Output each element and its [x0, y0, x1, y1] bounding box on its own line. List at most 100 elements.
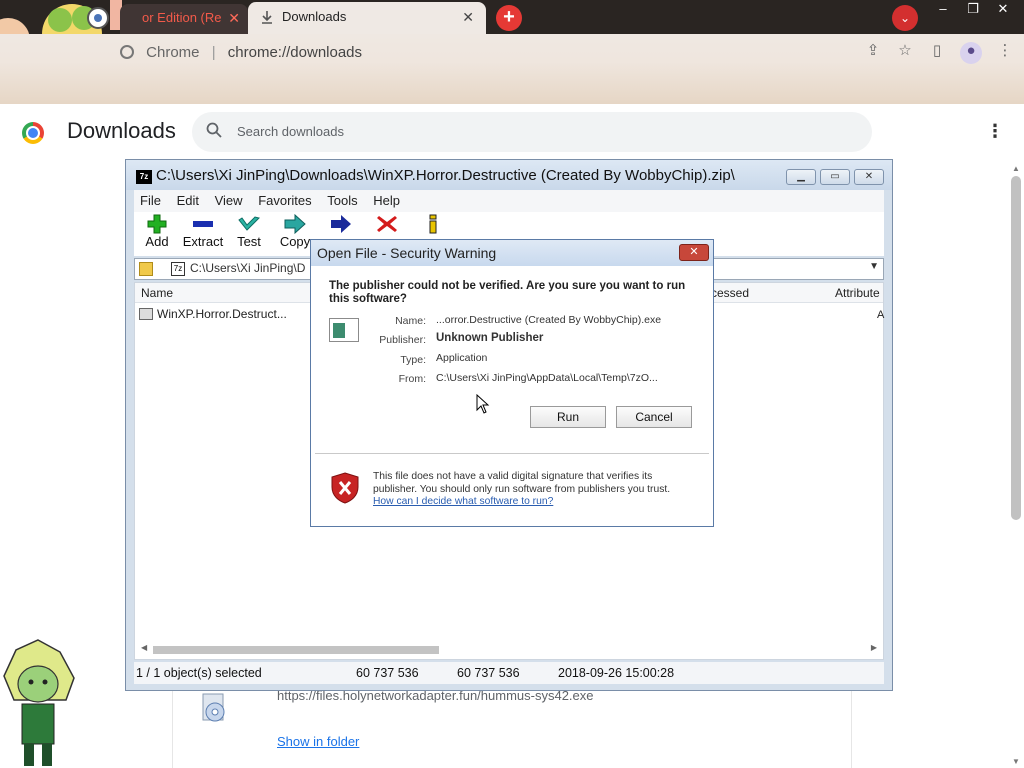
- security-warning-dialog: Open File - Security Warning ✕ The publi…: [310, 239, 714, 527]
- publisher-value: Unknown Publisher: [436, 332, 544, 344]
- test-button[interactable]: Test: [224, 214, 274, 256]
- scroll-right-arrow-icon[interactable]: ▶: [871, 643, 877, 652]
- menu-kebab-icon[interactable]: ⋮: [996, 42, 1014, 60]
- more-actions-icon[interactable]: ⋮: [986, 120, 1004, 142]
- installer-file-icon: [202, 693, 225, 722]
- from-label: From:: [398, 373, 426, 385]
- publisher-label: Publisher:: [379, 334, 426, 346]
- copy-arrow-icon: [284, 214, 306, 234]
- menu-tools[interactable]: Tools: [321, 190, 363, 212]
- type-value: Application: [436, 352, 488, 364]
- 7zip-close-button[interactable]: ✕: [854, 169, 884, 185]
- signature-warning-text: This file does not have a valid digital …: [373, 471, 671, 495]
- dialog-close-button[interactable]: ✕: [679, 244, 709, 261]
- horizontal-scrollbar-thumb[interactable]: [153, 646, 439, 654]
- horizontal-scrollbar[interactable]: ◀ ▶: [139, 643, 879, 655]
- column-name[interactable]: Name: [141, 286, 173, 300]
- window-controls: – ❐ ✕: [928, 0, 1018, 20]
- side-panel-icon[interactable]: ▯: [928, 42, 946, 60]
- download-item: https://files.holynetworkadapter.fun/hum…: [172, 680, 852, 768]
- run-button[interactable]: Run: [530, 406, 606, 428]
- download-icon: [262, 11, 272, 24]
- 7zip-title-bar[interactable]: 7z C:\Users\Xi JinPing\Downloads\WinXP.H…: [126, 160, 892, 190]
- archive-icon: 7z: [171, 262, 185, 276]
- extract-minus-icon: [193, 221, 213, 227]
- table-row[interactable]: WinXP.Horror.Destruct...: [139, 307, 287, 321]
- 7zip-menu-bar: File Edit View Favorites Tools Help: [134, 190, 884, 212]
- search-placeholder: Search downloads: [237, 124, 344, 139]
- menu-view[interactable]: View: [209, 190, 249, 212]
- page-scrollbar[interactable]: ▲ ▼: [1008, 162, 1024, 768]
- close-window-button[interactable]: ✕: [988, 0, 1018, 18]
- path-value: C:\Users\Xi JinPing\D: [190, 261, 306, 275]
- bookmark-star-icon[interactable]: ☆: [896, 42, 914, 60]
- scroll-left-arrow-icon[interactable]: ◀: [141, 643, 147, 652]
- search-downloads-input[interactable]: Search downloads: [192, 112, 872, 152]
- minimize-button[interactable]: –: [928, 0, 958, 18]
- name-value: ...orror.Destructive (Created By WobbyCh…: [436, 314, 662, 326]
- type-label: Type:: [400, 354, 426, 366]
- status-modified: 2018-09-26 15:00:28: [558, 666, 675, 680]
- desktop-mascot-image: [3, 639, 75, 766]
- dialog-title: Open File - Security Warning: [317, 245, 497, 261]
- share-icon[interactable]: ⇪: [864, 42, 882, 60]
- tab-previous-label: or Edition (Re: [142, 10, 222, 25]
- up-folder-icon[interactable]: [139, 262, 153, 276]
- 7zip-app-icon: 7z: [136, 170, 152, 184]
- add-label: Add: [145, 234, 169, 249]
- profile-avatar-icon[interactable]: ●: [960, 42, 982, 64]
- delete-x-icon: [377, 216, 397, 232]
- cancel-button[interactable]: Cancel: [616, 406, 692, 428]
- row-name: WinXP.Horror.Destruct...: [157, 307, 287, 321]
- tab-downloads[interactable]: Downloads ✕: [248, 2, 486, 34]
- from-value: C:\Users\Xi JinPing\AppData\Local\Temp\7…: [436, 372, 658, 384]
- column-attributes[interactable]: Attribute: [835, 286, 880, 300]
- chrome-site-icon[interactable]: [120, 45, 134, 59]
- 7zip-status-bar: 1 / 1 object(s) selected 60 737 536 60 7…: [134, 662, 884, 684]
- menu-favorites[interactable]: Favorites: [252, 190, 317, 212]
- menu-help[interactable]: Help: [367, 190, 406, 212]
- new-tab-button[interactable]: +: [496, 5, 522, 31]
- tab-previous[interactable]: or Edition (Re ✕: [120, 4, 248, 34]
- close-tab-icon[interactable]: ✕: [228, 4, 240, 32]
- omnibox[interactable]: Chrome | chrome://downloads: [112, 37, 882, 69]
- toolbar-icons: ⇪ ☆ ▯ ● ⋮: [864, 42, 1014, 64]
- status-selected: 1 / 1 object(s) selected: [136, 666, 262, 680]
- omnibox-separator: |: [211, 44, 216, 61]
- omnibox-url[interactable]: chrome://downloads: [228, 44, 362, 61]
- menu-file[interactable]: File: [134, 190, 167, 212]
- address-bar: Chrome | chrome://downloads ⇪ ☆ ▯ ● ⋮: [0, 34, 1024, 104]
- test-label: Test: [237, 234, 261, 249]
- page-title: Downloads: [67, 118, 176, 143]
- show-in-folder-link[interactable]: Show in folder: [277, 734, 359, 749]
- add-plus-icon: [147, 214, 167, 234]
- 7zip-maximize-button[interactable]: ▭: [820, 169, 850, 185]
- info-icon: [429, 214, 437, 234]
- 7zip-minimize-button[interactable]: ▁: [786, 169, 816, 185]
- search-icon: [206, 122, 222, 138]
- omnibox-site-label: Chrome: [146, 44, 200, 61]
- menu-edit[interactable]: Edit: [171, 190, 205, 212]
- name-label: Name:: [395, 315, 426, 327]
- dialog-question: The publisher could not be verified. Are…: [329, 280, 686, 305]
- help-link[interactable]: How can I decide what software to run?: [373, 496, 553, 507]
- dialog-title-bar[interactable]: Open File - Security Warning ✕: [311, 240, 713, 266]
- mouse-cursor-icon: [476, 394, 490, 414]
- file-icon: [139, 308, 153, 320]
- move-arrow-icon: [331, 215, 351, 233]
- status-packed: 60 737 536: [457, 666, 520, 680]
- extract-label: Extract: [182, 234, 224, 249]
- scroll-up-arrow-icon[interactable]: ▲: [1012, 164, 1020, 173]
- tab-downloads-label: Downloads: [282, 9, 347, 24]
- copy-label: Copy: [279, 234, 311, 249]
- close-tab-icon[interactable]: ✕: [462, 2, 474, 32]
- restore-button[interactable]: ❐: [958, 0, 988, 18]
- add-button[interactable]: Add: [132, 214, 182, 256]
- path-dropdown-icon[interactable]: ▼: [869, 261, 879, 272]
- downloads-header: Downloads Search downloads ⋮: [0, 104, 1024, 162]
- scroll-down-arrow-icon[interactable]: ▼: [1012, 757, 1020, 766]
- extract-button[interactable]: Extract: [178, 214, 228, 256]
- scrollbar-thumb[interactable]: [1011, 176, 1021, 520]
- tab-search-button[interactable]: ⌄: [892, 5, 918, 31]
- chrome-logo-icon: [22, 122, 44, 144]
